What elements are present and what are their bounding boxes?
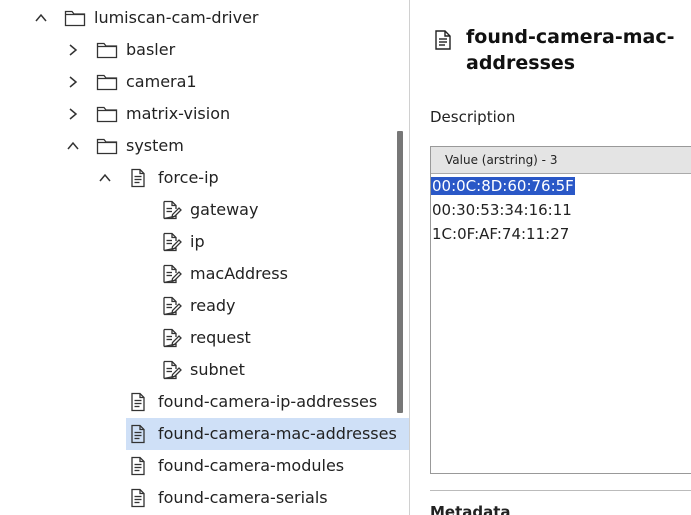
tree-item-label: found-camera-mac-addresses [158, 424, 397, 443]
document-icon [131, 392, 145, 412]
tree-item[interactable]: ready [0, 290, 409, 322]
tree-item[interactable]: macAddress [0, 258, 409, 290]
document-icon [131, 488, 145, 508]
section-divider [430, 490, 691, 491]
tree-item-label: found-camera-serials [158, 488, 328, 507]
tree-item[interactable]: found-camera-serials [0, 482, 409, 514]
tree-item[interactable]: found-camera-mac-addresses [0, 418, 409, 450]
chevron-up-icon[interactable] [98, 171, 112, 185]
edit-document-icon [163, 328, 182, 348]
document-icon [435, 30, 451, 50]
chevron-up-icon[interactable] [34, 11, 48, 25]
folder-icon [96, 106, 118, 123]
tree-item-label: found-camera-modules [158, 456, 345, 475]
edit-document-icon [163, 200, 182, 220]
value-table[interactable]: Value (arstring) - 3 00:0C:8D:60:76:5F 00… [430, 146, 691, 474]
folder-icon [96, 74, 118, 91]
detail-panel: found-camera-mac-addresses Description V… [410, 0, 691, 515]
tree-item[interactable]: lumiscan-cam-driver [0, 2, 409, 34]
tree-item[interactable]: gateway [0, 194, 409, 226]
document-icon [131, 168, 145, 188]
tree-item-label: request [190, 328, 251, 347]
tree-item[interactable]: matrix-vision [0, 98, 409, 130]
folder-icon [96, 42, 118, 59]
table-row[interactable]: 00:30:53:34:16:11 [431, 198, 691, 222]
value-cell: 1C:0F:AF:74:11:27 [432, 225, 570, 243]
tree-item[interactable]: found-camera-ip-addresses [0, 386, 409, 418]
page-title: found-camera-mac-addresses [466, 26, 675, 74]
tree-item[interactable]: system [0, 130, 409, 162]
chevron-right-icon[interactable] [66, 75, 80, 89]
tree-panel: lumiscan-cam-driver basler camera1 matrix-v… [0, 0, 409, 515]
tree-item-label: gateway [190, 200, 259, 219]
tree-item[interactable]: subnet [0, 354, 409, 386]
tree-item-label: matrix-vision [126, 104, 231, 123]
tree-item-label: lumiscan-cam-driver [94, 8, 259, 27]
tree-item-label: subnet [190, 360, 245, 379]
metadata-heading: Metadata [430, 503, 511, 515]
tree-item[interactable]: request [0, 322, 409, 354]
document-icon [131, 456, 145, 476]
tree-item-label: ready [190, 296, 236, 315]
tree-item[interactable]: basler [0, 34, 409, 66]
document-icon [131, 424, 145, 444]
value-cell: 00:0C:8D:60:76:5F [431, 177, 575, 195]
tree-item-label: ip [190, 232, 205, 251]
folder-icon [96, 138, 118, 155]
tree-item-label: force-ip [158, 168, 219, 187]
edit-document-icon [163, 360, 182, 380]
tree-item-label: system [126, 136, 184, 155]
tree-item-label: basler [126, 40, 176, 59]
value-table-header[interactable]: Value (arstring) - 3 [431, 147, 691, 174]
value-table-body: 00:0C:8D:60:76:5F 00:30:53:34:16:11 1C:0F:… [431, 174, 691, 246]
tree-scrollbar[interactable] [397, 131, 403, 413]
tree-item[interactable]: ip [0, 226, 409, 258]
description-label: Description [430, 108, 516, 126]
tree-item[interactable]: camera1 [0, 66, 409, 98]
tree-item-label: found-camera-ip-addresses [158, 392, 378, 411]
tree-item[interactable]: found-camera-modules [0, 450, 409, 482]
tree-item[interactable]: force-ip [0, 162, 409, 194]
table-row[interactable]: 00:0C:8D:60:76:5F [431, 174, 691, 198]
tree-item-label: camera1 [126, 72, 197, 91]
folder-icon [64, 10, 86, 27]
edit-document-icon [163, 296, 182, 316]
value-cell: 00:30:53:34:16:11 [432, 201, 572, 219]
edit-document-icon [163, 264, 182, 284]
table-row[interactable]: 1C:0F:AF:74:11:27 [431, 222, 691, 246]
chevron-right-icon[interactable] [66, 107, 80, 121]
edit-document-icon [163, 232, 182, 252]
chevron-up-icon[interactable] [66, 139, 80, 153]
tree-item-label: macAddress [190, 264, 288, 283]
chevron-right-icon[interactable] [66, 43, 80, 57]
